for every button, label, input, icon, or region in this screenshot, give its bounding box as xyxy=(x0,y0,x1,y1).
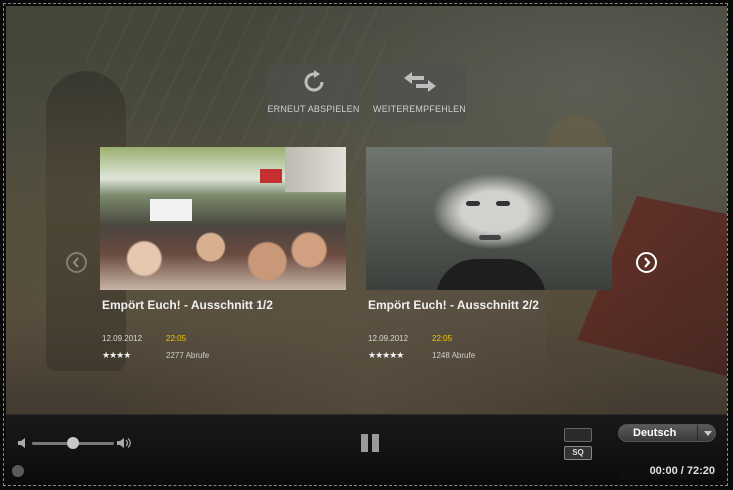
volume-low-icon[interactable] xyxy=(18,438,30,448)
pause-button[interactable] xyxy=(361,434,381,452)
chevron-right-icon xyxy=(644,257,651,268)
language-value: Deutsch xyxy=(633,427,677,439)
progress-handle[interactable] xyxy=(12,465,24,477)
related-video-card[interactable]: Empört Euch! - Ausschnitt 2/2 12.09.2012… xyxy=(366,147,612,374)
volume-slider-thumb[interactable] xyxy=(67,437,79,449)
chevron-left-icon xyxy=(72,257,79,268)
related-video-card[interactable]: Empört Euch! - Ausschnitt 1/2 12.09.2012… xyxy=(100,147,346,374)
related-video-thumbnail[interactable] xyxy=(100,147,346,290)
view-count: 1248 Abrufe xyxy=(432,351,476,360)
related-video-title[interactable]: Empört Euch! - Ausschnitt 1/2 xyxy=(102,298,346,312)
dropdown-caret-icon xyxy=(704,431,712,436)
view-count: 2277 Abrufe xyxy=(166,351,210,360)
rating-stars: ★★★★★ xyxy=(368,350,404,360)
related-video-meta: 12.09.2012 22:05 ★★★★★ 1248 Abrufe xyxy=(366,334,612,374)
replay-icon xyxy=(304,70,323,92)
recommend-button[interactable]: WEITEREMPFEHLEN xyxy=(373,64,466,122)
rating-stars: ★★★★ xyxy=(102,350,131,360)
recommend-label: WEITEREMPFEHLEN xyxy=(373,104,467,114)
control-bar: SQ Deutsch 00:00 / 72:20 xyxy=(6,414,727,486)
video-player: ERNEUT ABSPIELEN WEITEREMPFEHLEN Empört … xyxy=(0,0,733,490)
related-video-thumbnail[interactable] xyxy=(366,147,612,290)
video-time: 22:05 xyxy=(432,334,453,343)
related-video-meta: 12.09.2012 22:05 ★★★★ 2277 Abrufe xyxy=(100,334,346,374)
language-select[interactable]: Deutsch xyxy=(618,424,716,442)
resize-icon[interactable] xyxy=(564,428,592,442)
related-video-title[interactable]: Empört Euch! - Ausschnitt 2/2 xyxy=(368,298,612,312)
share-arrows-icon xyxy=(403,72,436,92)
video-date: 12.09.2012 xyxy=(102,334,143,343)
video-date: 12.09.2012 xyxy=(368,334,409,343)
quality-toggle[interactable]: SQ xyxy=(564,428,592,460)
next-button[interactable] xyxy=(636,252,657,273)
time-display: 00:00 / 72:20 xyxy=(618,465,715,479)
volume-high-icon[interactable] xyxy=(117,438,133,448)
replay-button[interactable]: ERNEUT ABSPIELEN xyxy=(267,64,360,122)
replay-label: ERNEUT ABSPIELEN xyxy=(267,104,360,114)
video-time: 22:05 xyxy=(166,334,187,343)
quality-label[interactable]: SQ xyxy=(564,446,592,460)
pause-icon xyxy=(361,434,368,452)
previous-button[interactable] xyxy=(66,252,87,273)
